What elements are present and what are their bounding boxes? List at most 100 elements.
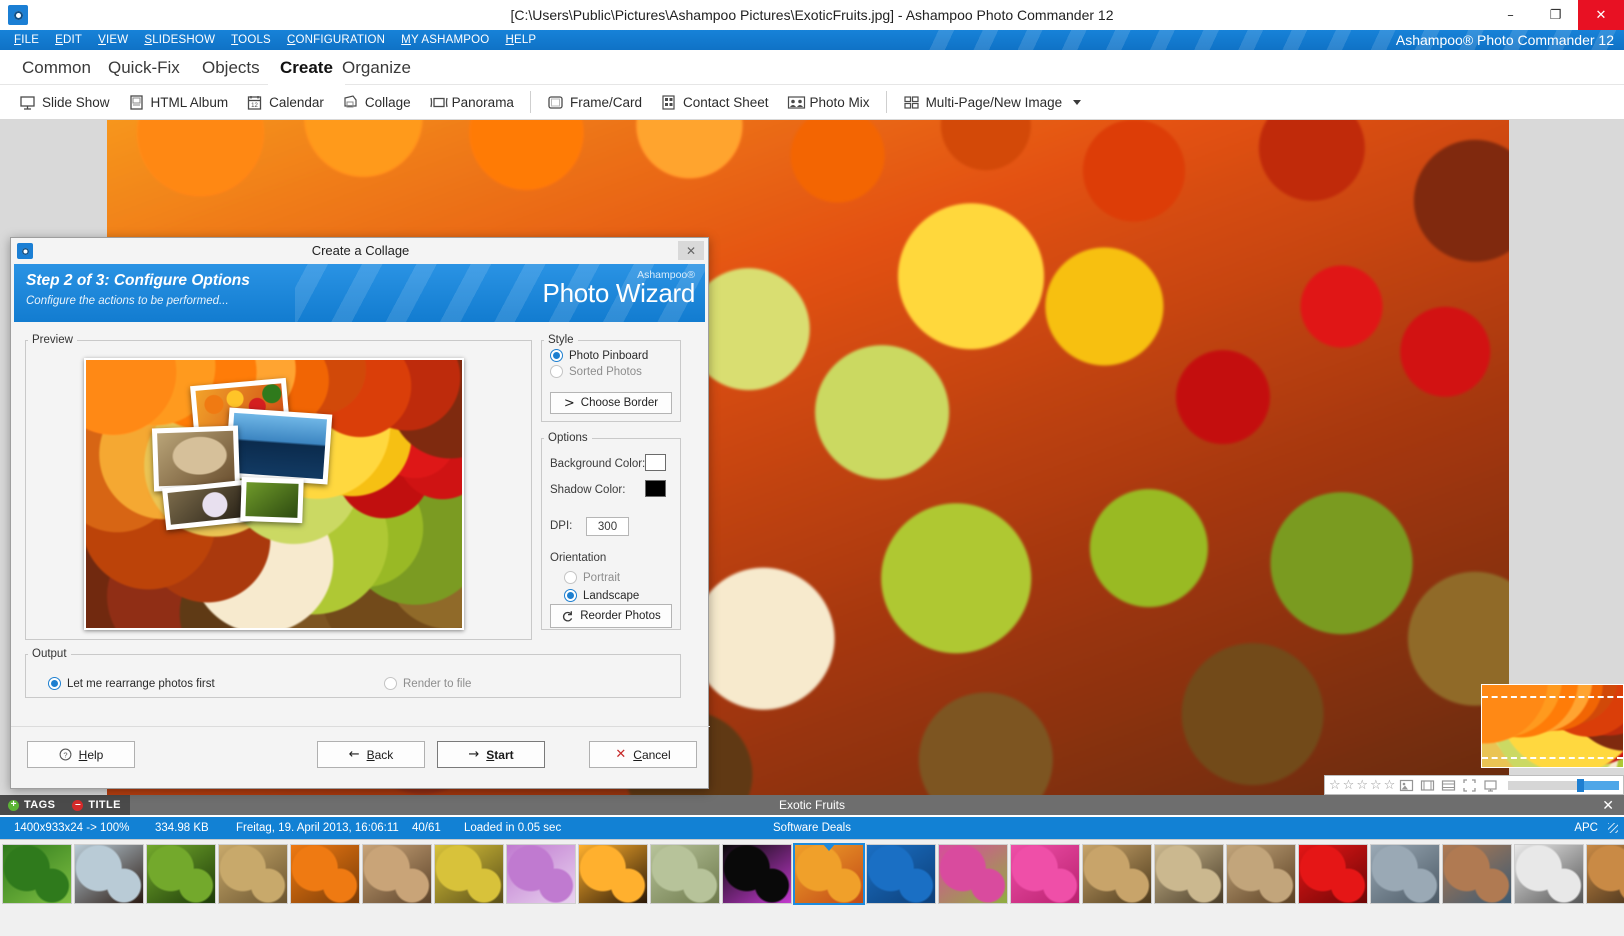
fit-height-icon[interactable] — [1441, 778, 1456, 793]
thumbnail-city-evening[interactable] — [1586, 844, 1624, 904]
tool-multi-page-new-image[interactable]: Multi-Page/New Image — [894, 87, 1091, 117]
thumbnail-grass-stems[interactable] — [218, 844, 288, 904]
close-strip-icon[interactable]: ✕ — [1602, 797, 1614, 814]
cancel-accel: C — [633, 748, 642, 762]
thumbnail-grasshopper[interactable] — [650, 844, 720, 904]
tool-panorama[interactable]: Panorama — [420, 87, 523, 117]
back-button[interactable]: ← Back — [317, 741, 425, 768]
minimize-button[interactable]: – — [1488, 0, 1533, 30]
thumbnail-pink-orchid[interactable] — [938, 844, 1008, 904]
selected-thumbnail-marker-icon — [823, 844, 835, 851]
menu-file[interactable]: FILE — [14, 34, 39, 46]
window-title: [C:\Users\Public\Pictures\Ashampoo Pictu… — [0, 0, 1624, 30]
start-button[interactable]: → Start — [437, 741, 545, 768]
thumbnail-bearded-dragon[interactable] — [1226, 844, 1296, 904]
tool-html-album[interactable]: HTML Album — [119, 87, 238, 117]
output-group: Output Let me rearrange photos first Ren… — [25, 648, 681, 698]
menu-my-ashampoo[interactable]: MY ASHAMPOO — [401, 34, 489, 46]
thumbnail-green-fly[interactable] — [146, 844, 216, 904]
help-label: elp — [87, 748, 103, 762]
rating-star-3[interactable]: ☆ — [1356, 779, 1368, 792]
close-x-icon: ✕ — [615, 747, 626, 762]
pinned-photo-image — [157, 431, 235, 487]
menu-edit[interactable]: EDIT — [55, 34, 82, 46]
zoom-slider[interactable] — [1508, 781, 1619, 790]
fit-image-icon[interactable] — [1399, 778, 1414, 793]
menu-view[interactable]: VIEW — [98, 34, 128, 46]
resize-grip-icon[interactable] — [1608, 823, 1618, 833]
ribbon-toolbar: Slide Show HTML Album 12 Calendar Collag… — [0, 85, 1624, 120]
thumbnail-yellow-bird[interactable] — [434, 844, 504, 904]
close-button[interactable]: ✕ — [1578, 0, 1624, 30]
thumbnail-red-rose[interactable] — [1298, 844, 1368, 904]
tool-frame-card[interactable]: Frame/Card — [538, 87, 651, 117]
tool-photo-mix[interactable]: Photo Mix — [778, 87, 879, 117]
radio-label: Render to file — [403, 678, 471, 690]
tab-common[interactable]: Common — [10, 50, 103, 85]
thumbnail-bird-nest[interactable] — [1082, 844, 1152, 904]
zoom-slider-handle[interactable] — [1577, 779, 1584, 792]
thumbnail-canal-buildings[interactable] — [1442, 844, 1512, 904]
toolbar-separator — [530, 91, 531, 113]
rating-star-1[interactable]: ☆ — [1329, 779, 1341, 792]
menu-help[interactable]: HELP — [505, 34, 536, 46]
thumbnail-church-towers[interactable] — [1370, 844, 1440, 904]
thumbnail-orange-lily[interactable] — [290, 844, 360, 904]
radio-photo-pinboard[interactable]: Photo Pinboard — [550, 349, 680, 362]
thumbnail-sunset-grass[interactable] — [578, 844, 648, 904]
pinned-photo-blossom — [162, 480, 250, 531]
dialog-close-button[interactable]: ✕ — [678, 241, 704, 260]
collage-preview-image[interactable] — [84, 358, 464, 630]
tab-quick-fix[interactable]: Quick-Fix — [96, 50, 192, 85]
radio-landscape[interactable]: Landscape — [564, 589, 639, 602]
tool-slide-show[interactable]: Slide Show — [10, 87, 119, 117]
thumbnail-butterfly[interactable] — [74, 844, 144, 904]
thumbnail-dog-face[interactable] — [362, 844, 432, 904]
radio-indicator — [564, 571, 577, 584]
thumbnail-exotic-fruits[interactable] — [794, 844, 864, 904]
thumbnail-bw-sketch[interactable] — [1514, 844, 1584, 904]
shadow-color-swatch[interactable] — [645, 480, 666, 497]
thumbnail-pink-flowers[interactable] — [1010, 844, 1080, 904]
menu-slideshow[interactable]: SLIDESHOW — [144, 34, 215, 46]
fit-width-icon[interactable] — [1420, 778, 1435, 793]
rating-star-5[interactable]: ☆ — [1384, 779, 1396, 792]
rating-star-2[interactable]: ☆ — [1343, 779, 1355, 792]
cancel-button[interactable]: ✕ Cancel — [589, 741, 697, 768]
thumbnail-filmstrip[interactable] — [0, 839, 1624, 936]
thumbnail-purple-smoke[interactable] — [722, 844, 792, 904]
radio-rearrange-first[interactable]: Let me rearrange photos first — [48, 677, 215, 690]
tool-contact-sheet[interactable]: Contact Sheet — [651, 87, 778, 117]
tool-calendar[interactable]: 12 Calendar — [237, 87, 333, 117]
thumbnail-purple-blossoms[interactable] — [506, 844, 576, 904]
status-software-deals[interactable]: Software Deals — [0, 817, 1624, 839]
radio-sorted-photos[interactable]: Sorted Photos — [550, 365, 680, 378]
maximize-button[interactable]: ❐ — [1533, 0, 1578, 30]
reorder-photos-button[interactable]: Reorder Photos — [550, 604, 672, 628]
radio-portrait[interactable]: Portrait — [564, 571, 620, 584]
tab-organize[interactable]: Organize — [330, 50, 423, 85]
navigator-viewport-rect[interactable] — [1482, 696, 1623, 759]
image-title: Exotic Fruits — [0, 798, 1624, 812]
help-button[interactable]: ? Help — [27, 741, 135, 768]
thumbnail-tree-fungus[interactable] — [1154, 844, 1224, 904]
radio-render-to-file[interactable]: Render to file — [384, 677, 471, 690]
chevron-down-icon[interactable] — [1073, 100, 1081, 105]
dpi-input[interactable]: 300 — [586, 517, 629, 536]
fullscreen-icon[interactable] — [1462, 778, 1477, 793]
zoom-slider-track — [1584, 781, 1619, 790]
menu-configuration[interactable]: CONFIGURATION — [287, 34, 385, 46]
style-group: Style Photo Pinboard Sorted Photos > Cho… — [541, 334, 681, 422]
radio-label: Let me rearrange photos first — [67, 678, 215, 690]
thumbnail-blue-dragonfly[interactable] — [866, 844, 936, 904]
rating-star-4[interactable]: ☆ — [1370, 779, 1382, 792]
screen-icon[interactable] — [1483, 778, 1498, 793]
menu-tools[interactable]: TOOLS — [231, 34, 271, 46]
tab-objects[interactable]: Objects — [190, 50, 272, 85]
navigator-thumbnail[interactable] — [1481, 684, 1624, 768]
tool-collage[interactable]: Collage — [333, 87, 420, 117]
choose-border-button[interactable]: > Choose Border — [550, 392, 672, 414]
pinned-photo-image — [230, 413, 327, 479]
background-color-swatch[interactable] — [645, 454, 666, 471]
thumbnail-leaf-green[interactable] — [2, 844, 72, 904]
